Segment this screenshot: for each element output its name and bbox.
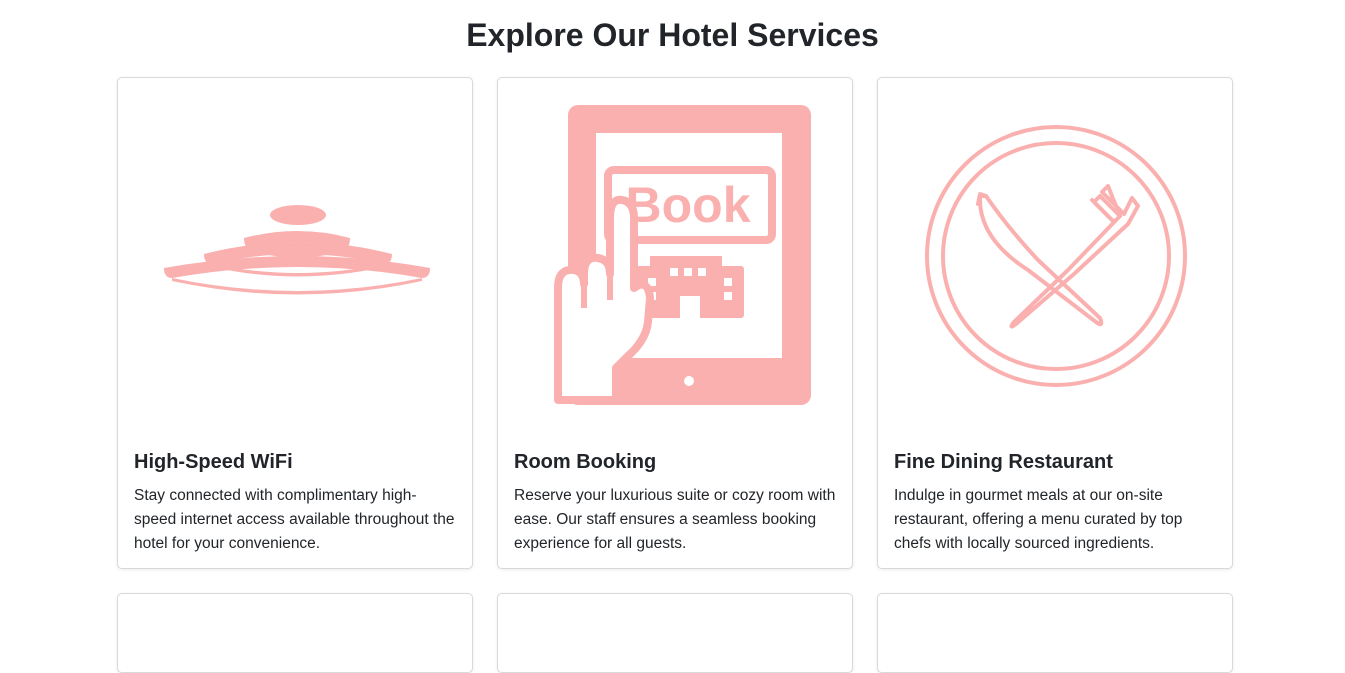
service-card-fine-dining[interactable]: Fine Dining Restaurant Indulge in gourme… xyxy=(877,77,1233,569)
service-card[interactable] xyxy=(877,593,1233,673)
book-label: Book xyxy=(626,177,751,233)
card-description: Indulge in gourmet meals at our on-site … xyxy=(894,487,1183,552)
card-title: High-Speed WiFi xyxy=(134,451,293,473)
wifi-icon xyxy=(164,205,430,295)
card-title: Room Booking xyxy=(514,451,657,473)
page-title: Explore Our Hotel Services xyxy=(466,17,879,53)
plate-fork-knife-icon xyxy=(925,125,1187,387)
card-image xyxy=(878,78,1232,433)
card-title: Fine Dining Restaurant xyxy=(894,451,1113,473)
service-card[interactable] xyxy=(117,593,473,673)
service-card-room-booking[interactable]: Book Room Booking Reserve your luxurious… xyxy=(497,77,853,569)
service-card-wifi[interactable]: High-Speed WiFi Stay connected with comp… xyxy=(117,77,473,569)
card-description: Stay connected with complimentary high-s… xyxy=(134,487,455,552)
card-image: Book xyxy=(498,78,852,433)
card-description: Reserve your luxurious suite or cozy roo… xyxy=(514,487,836,552)
service-card[interactable] xyxy=(497,593,853,673)
card-image xyxy=(118,78,472,433)
tablet-book-icon: Book xyxy=(554,105,811,405)
